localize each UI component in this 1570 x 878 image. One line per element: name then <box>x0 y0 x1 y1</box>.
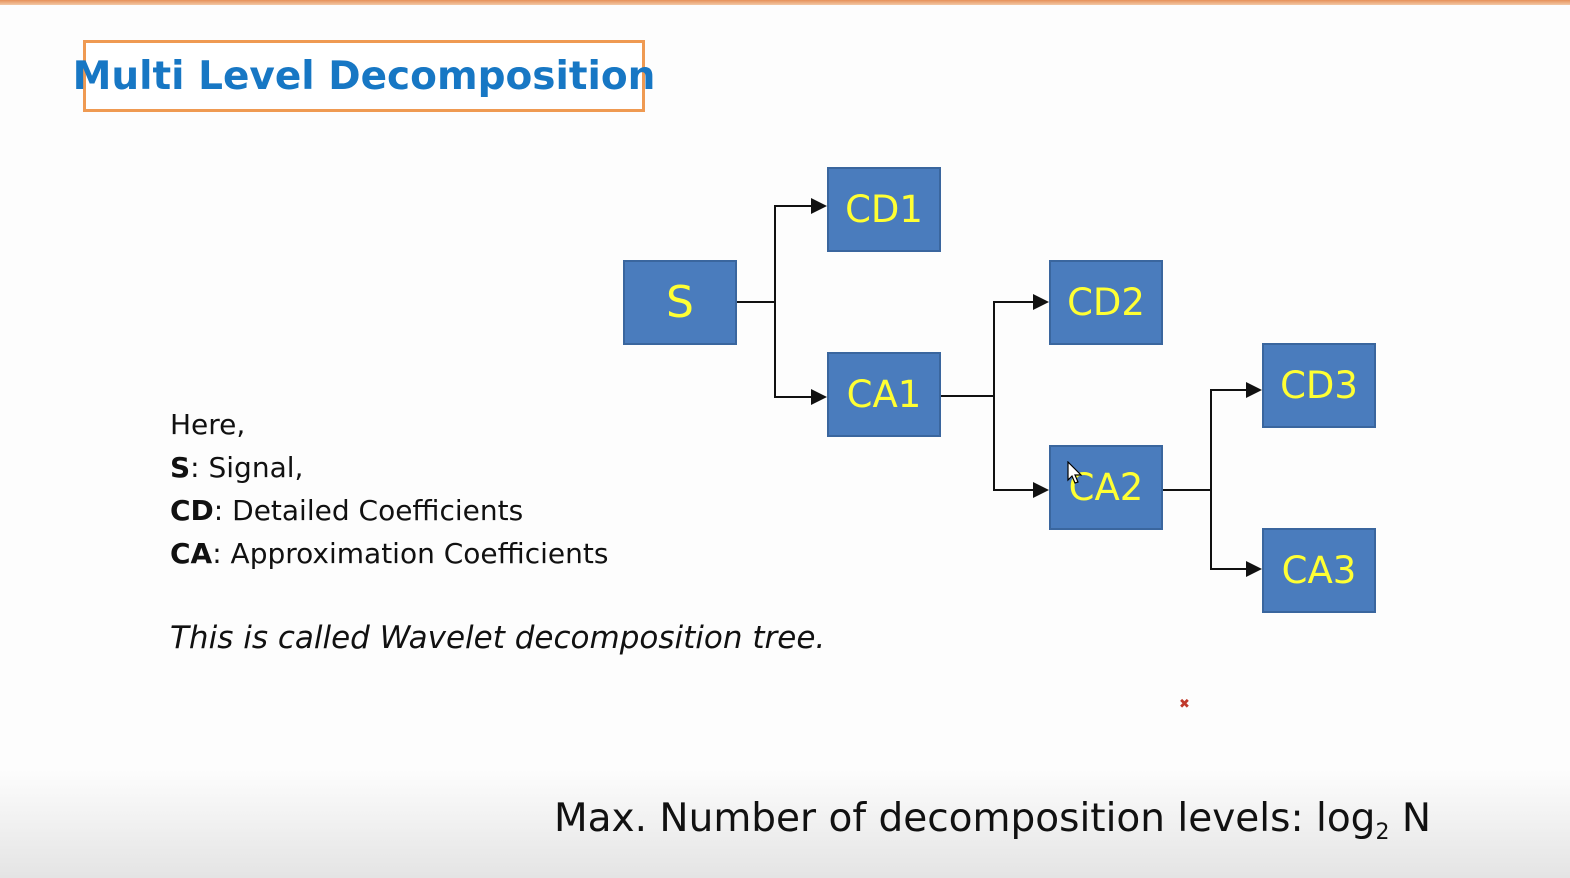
legend-desc: : Approximation Coefficients <box>212 537 609 570</box>
node-ca1: CA1 <box>827 352 941 437</box>
node-ca2: CA2 <box>1049 445 1163 530</box>
legend-key: S <box>170 451 191 484</box>
connector-ca1-to-cd2 <box>993 294 1049 396</box>
connector-s-to-ca1 <box>774 302 827 405</box>
connector-ca2-to-ca3 <box>1210 490 1262 577</box>
node-cd1: CD1 <box>827 167 941 252</box>
connector-s-to-cd1 <box>774 198 827 302</box>
max-levels-suffix: N <box>1389 796 1432 841</box>
log-base-subscript: 2 <box>1375 820 1390 845</box>
legend-key: CA <box>170 537 213 570</box>
legend-item-signal: S: Signal, <box>170 446 608 489</box>
close-mark-icon: ✖ <box>1179 697 1190 712</box>
connector-ca2-to-cd3 <box>1210 382 1262 490</box>
max-levels-note: Max. Number of decomposition levels: log… <box>554 796 1431 845</box>
tree-caption: This is called Wavelet decomposition tre… <box>170 620 826 656</box>
node-ca3: CA3 <box>1262 528 1376 613</box>
legend-item-detailed: CD: Detailed Coefficients <box>170 489 608 532</box>
node-ca3-label: CA3 <box>1281 549 1357 592</box>
node-cd2: CD2 <box>1049 260 1163 345</box>
legend-desc: : Signal, <box>190 451 304 484</box>
legend-desc: : Detailed Coefficients <box>213 494 524 527</box>
legend-item-approximation: CA: Approximation Coefficients <box>170 532 608 575</box>
node-cd1-label: CD1 <box>845 188 923 231</box>
legend: Here, S: Signal, CD: Detailed Coefficien… <box>170 403 608 575</box>
legend-intro: Here, <box>170 408 246 441</box>
legend-key: CD <box>170 494 214 527</box>
node-cd3: CD3 <box>1262 343 1376 428</box>
max-levels-prefix: Max. Number of decomposition levels: log <box>554 796 1376 841</box>
node-cd3-label: CD3 <box>1280 364 1358 407</box>
node-ca1-label: CA1 <box>846 373 922 416</box>
node-s-label: S <box>666 277 694 328</box>
node-s: S <box>623 260 737 345</box>
connector-ca1-to-ca2 <box>993 396 1049 498</box>
node-cd2-label: CD2 <box>1067 281 1145 324</box>
mouse-pointer-icon <box>1067 461 1083 484</box>
